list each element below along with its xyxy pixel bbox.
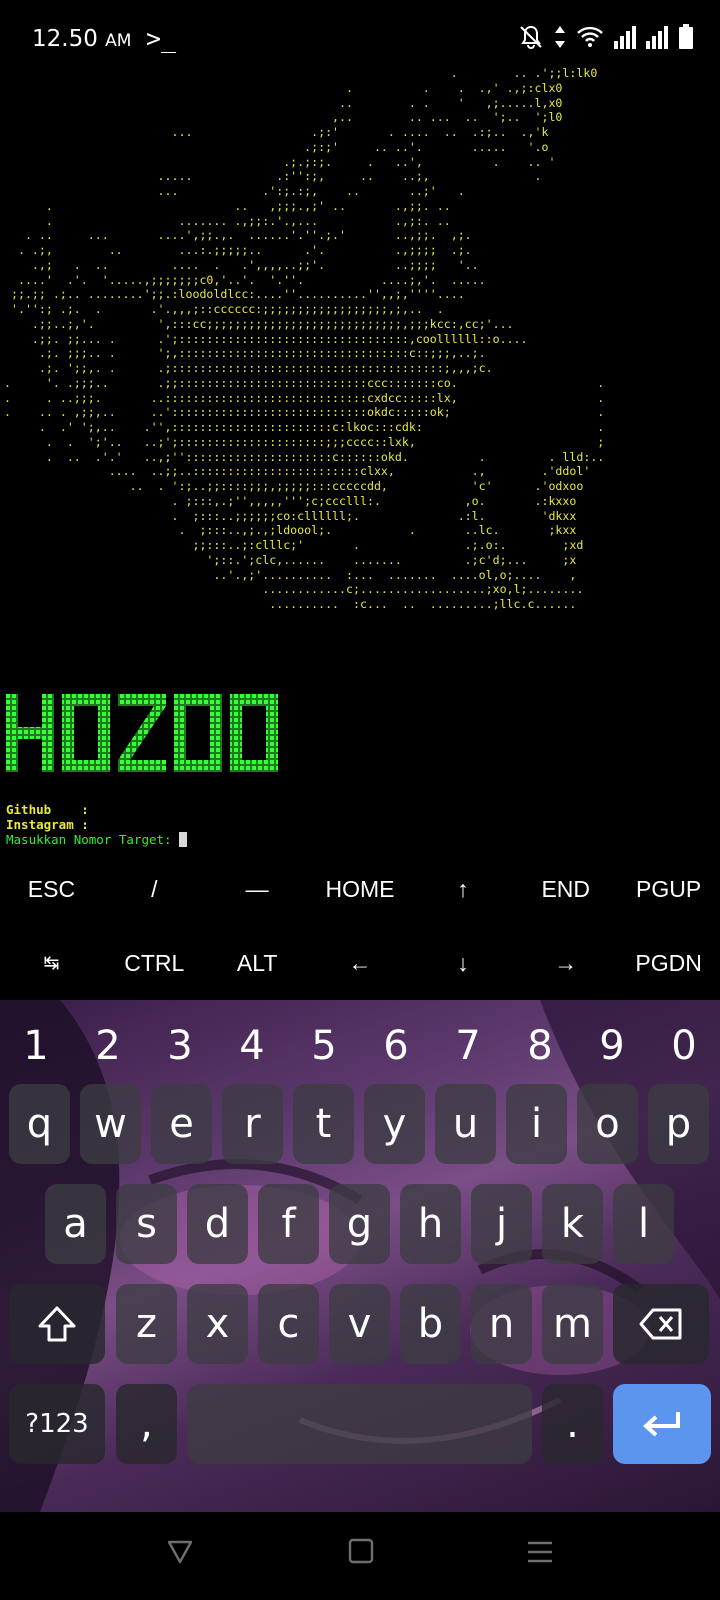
key-m[interactable]: m: [542, 1284, 603, 1364]
key-6[interactable]: 6: [360, 1000, 432, 1092]
navigation-bar: [0, 1512, 720, 1600]
key-c[interactable]: c: [258, 1284, 319, 1364]
key-u[interactable]: u: [435, 1084, 496, 1164]
pgdn-key[interactable]: PGDN: [617, 926, 720, 1000]
key-y[interactable]: y: [364, 1084, 425, 1164]
key-r[interactable]: r: [222, 1084, 283, 1164]
dash-key[interactable]: —: [206, 852, 309, 926]
extra-keys-row-2: ↹ CTRL ALT ← ↓ → PGDN: [0, 926, 720, 1000]
period-key[interactable]: .: [542, 1384, 603, 1464]
comma-key[interactable]: ,: [116, 1384, 177, 1464]
key-b[interactable]: b: [400, 1284, 461, 1364]
mute-bell-icon: [520, 25, 542, 49]
key-3[interactable]: 3: [144, 1000, 216, 1092]
instagram-label: Instagram: [6, 817, 74, 832]
key-f[interactable]: f: [258, 1184, 319, 1264]
key-s[interactable]: s: [116, 1184, 177, 1264]
key-l[interactable]: l: [613, 1184, 674, 1264]
home-icon[interactable]: [348, 1538, 374, 1564]
terminal-output: Github : Instagram : Masukkan Nomor Targ…: [6, 802, 188, 847]
symbols-key[interactable]: ?123: [9, 1384, 105, 1464]
extra-keys-row-1: ESC / — HOME ↑ END PGUP: [0, 852, 720, 926]
key-w[interactable]: w: [80, 1084, 141, 1164]
ctrl-key[interactable]: CTRL: [103, 926, 206, 1000]
github-label: Github: [6, 802, 52, 817]
key-v[interactable]: v: [329, 1284, 390, 1364]
key-0[interactable]: 0: [648, 1000, 720, 1092]
hozoo-banner: [6, 694, 278, 772]
ascii-art: . .. .';;l:lk0 . . . .,' .,;:clx0 .. . .…: [4, 66, 604, 611]
key-x[interactable]: x: [187, 1284, 248, 1364]
key-7[interactable]: 7: [432, 1000, 504, 1092]
down-arrow-key[interactable]: ↓: [411, 926, 514, 1000]
key-k[interactable]: k: [542, 1184, 603, 1264]
key-h[interactable]: h: [400, 1184, 461, 1264]
key-a[interactable]: a: [45, 1184, 106, 1264]
backspace-key[interactable]: [613, 1284, 709, 1364]
data-arrows-icon: [555, 26, 565, 48]
slash-key[interactable]: /: [103, 852, 206, 926]
key-e[interactable]: e: [151, 1084, 212, 1164]
shift-key[interactable]: [9, 1284, 105, 1364]
key-n[interactable]: n: [471, 1284, 532, 1364]
key-o[interactable]: o: [577, 1084, 638, 1164]
clock: 12.50 AM: [32, 26, 132, 52]
left-arrow-key[interactable]: ←: [309, 926, 412, 1000]
recents-icon[interactable]: [526, 1538, 554, 1566]
battery-icon: [679, 24, 693, 49]
key-1[interactable]: 1: [0, 1000, 72, 1092]
key-t[interactable]: t: [293, 1084, 354, 1164]
home-key[interactable]: HOME: [309, 852, 412, 926]
key-p[interactable]: p: [648, 1084, 709, 1164]
soft-keyboard: 1 2 3 4 5 6 7 8 9 0 q w e r t y u i o p …: [0, 1000, 720, 1512]
back-icon[interactable]: [166, 1538, 194, 1566]
key-z[interactable]: z: [116, 1284, 177, 1364]
target-prompt: Masukkan Nomor Target:: [6, 832, 180, 847]
space-key[interactable]: [187, 1384, 532, 1464]
right-arrow-key[interactable]: →: [514, 926, 617, 1000]
alt-key[interactable]: ALT: [206, 926, 309, 1000]
tab-key[interactable]: ↹: [0, 926, 103, 1000]
up-arrow-key[interactable]: ↑: [411, 852, 514, 926]
key-5[interactable]: 5: [288, 1000, 360, 1092]
shift-icon: [38, 1306, 76, 1342]
key-8[interactable]: 8: [504, 1000, 576, 1092]
key-d[interactable]: d: [187, 1184, 248, 1264]
end-key[interactable]: END: [514, 852, 617, 926]
terminal-notification-icon: >_: [146, 24, 177, 53]
backspace-icon: [639, 1308, 682, 1340]
enter-icon: [643, 1412, 680, 1437]
key-i[interactable]: i: [506, 1084, 567, 1164]
key-j[interactable]: j: [471, 1184, 532, 1264]
number-row: 1 2 3 4 5 6 7 8 9 0: [0, 1000, 720, 1092]
wifi-icon: [577, 26, 603, 47]
pgup-key[interactable]: PGUP: [617, 852, 720, 926]
key-9[interactable]: 9: [576, 1000, 648, 1092]
signal-1-icon: [614, 26, 636, 49]
key-2[interactable]: 2: [72, 1000, 144, 1092]
status-icons: [518, 24, 694, 50]
key-q[interactable]: q: [9, 1084, 70, 1164]
terminal-cursor[interactable]: [179, 832, 188, 847]
esc-key[interactable]: ESC: [0, 852, 103, 926]
key-4[interactable]: 4: [216, 1000, 288, 1092]
enter-key[interactable]: [613, 1384, 711, 1464]
signal-2-icon: [646, 26, 668, 49]
key-g[interactable]: g: [329, 1184, 390, 1264]
